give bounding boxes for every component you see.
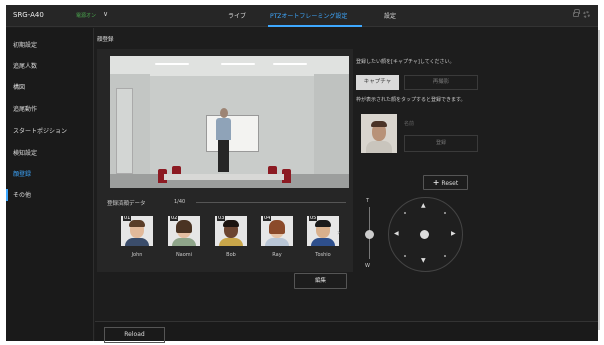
plus-icon: + <box>432 178 440 187</box>
zoom-tele-label: T <box>366 198 370 204</box>
ceiling-light <box>273 63 307 65</box>
person-legs <box>218 140 229 172</box>
face-name: John <box>131 252 143 258</box>
diagonal-up-left-icon[interactable] <box>404 212 406 214</box>
lock-icon[interactable] <box>573 9 580 17</box>
page-scrollbar[interactable] <box>598 30 600 330</box>
sidebar-item-detection-settings[interactable]: 検知設定 <box>13 148 37 157</box>
face-thumbnail[interactable]: 05 <box>307 216 339 246</box>
reset-label: Reset <box>441 180 459 187</box>
divider <box>196 202 346 203</box>
sidebar-item-other[interactable]: その他 <box>13 190 31 199</box>
retake-button[interactable]: 再撮影 <box>404 75 478 90</box>
reload-button[interactable]: Reload <box>104 327 165 343</box>
arrow-up-icon[interactable]: ▲ <box>421 203 426 209</box>
ceiling-light <box>155 63 189 65</box>
sidebar-item-start-position[interactable]: スタートポジション <box>13 126 67 135</box>
chevron-right-icon[interactable]: › <box>337 228 340 237</box>
table <box>164 174 284 180</box>
face-thumbnail[interactable]: 02 <box>168 216 200 246</box>
arrow-left-icon[interactable]: ◀ <box>394 231 399 237</box>
face-number: 04 <box>263 216 272 221</box>
zoom-slider-handle[interactable] <box>365 230 374 239</box>
face-thumbnail[interactable]: 01 <box>121 216 153 246</box>
capture-instruction: 登録したい顔を[キャプチャ]してください。 <box>356 59 455 65</box>
page-title: 顔登録 <box>97 37 114 43</box>
registered-faces-label: 登録済顔データ <box>107 201 146 207</box>
face-thumbnail[interactable]: 03 <box>215 216 247 246</box>
face-number: 05 <box>309 216 318 221</box>
pan-tilt-center-button[interactable] <box>420 230 429 239</box>
face-name: Ray <box>272 252 282 258</box>
sidebar-item-tracking-motion[interactable]: 追尾動作 <box>13 104 37 113</box>
ceiling <box>110 56 349 76</box>
chevron-down-icon[interactable]: ∨ <box>103 10 108 18</box>
edit-button[interactable]: 編集 <box>294 273 347 289</box>
model-name: SRG-A40 <box>13 11 44 19</box>
doorway <box>116 88 133 174</box>
arrow-right-icon[interactable]: ▶ <box>451 231 456 237</box>
whiteboard <box>206 115 259 152</box>
camera-preview[interactable] <box>110 56 349 188</box>
register-button[interactable]: 登録 <box>404 135 478 152</box>
face-number: 03 <box>217 216 226 221</box>
face-name: Toshio <box>315 252 331 258</box>
diagonal-down-right-icon[interactable] <box>444 255 446 257</box>
right-wall <box>314 74 349 178</box>
tab-ptz-auto-framing[interactable]: PTZオートフレーミング設定 <box>270 11 347 20</box>
face-name: Naomi <box>175 252 193 258</box>
reset-button[interactable]: + Reset <box>423 175 468 190</box>
tap-hint: 枠が表示された顔をタップすると登録できます。 <box>356 97 466 103</box>
name-field[interactable]: 名前 <box>404 120 414 127</box>
active-item-marker <box>6 189 8 201</box>
diagonal-up-right-icon[interactable] <box>444 212 446 214</box>
tab-settings[interactable]: 設定 <box>384 11 396 20</box>
person-head <box>220 108 228 118</box>
ceiling-light <box>221 63 255 65</box>
sidebar: 初期設定 追尾人数 構図 追尾動作 スタートポジション 検知設定 顔登録 その他 <box>6 28 94 341</box>
sidebar-item-composition[interactable]: 構図 <box>13 82 25 91</box>
registered-faces-count: 1/40 <box>174 199 186 205</box>
zoom-wide-label: W <box>365 263 370 269</box>
face-number: 01 <box>123 216 132 221</box>
person-body <box>216 118 231 140</box>
gear-icon[interactable] <box>583 11 590 18</box>
tab-live[interactable]: ライブ <box>228 11 246 20</box>
sidebar-item-face-registration[interactable]: 顔登録 <box>13 169 31 178</box>
arrow-down-icon[interactable]: ▼ <box>421 258 426 264</box>
face-thumbnail[interactable]: 04 <box>261 216 293 246</box>
footer-bar <box>95 321 598 341</box>
diagonal-down-left-icon[interactable] <box>404 255 406 257</box>
header-bar: SRG-A40 電源オン ∨ ライブ PTZオートフレーミング設定 設定 <box>6 5 598 27</box>
power-status: 電源オン <box>76 13 97 19</box>
face-name: Bob <box>226 252 236 258</box>
capture-button[interactable]: キャプチャ <box>356 75 399 90</box>
face-number: 02 <box>170 216 179 221</box>
sidebar-item-initial-settings[interactable]: 初期設定 <box>13 40 37 49</box>
active-tab-indicator <box>268 25 362 27</box>
sidebar-item-tracking-count[interactable]: 追尾人数 <box>13 61 37 70</box>
captured-face-thumbnail <box>361 114 397 153</box>
